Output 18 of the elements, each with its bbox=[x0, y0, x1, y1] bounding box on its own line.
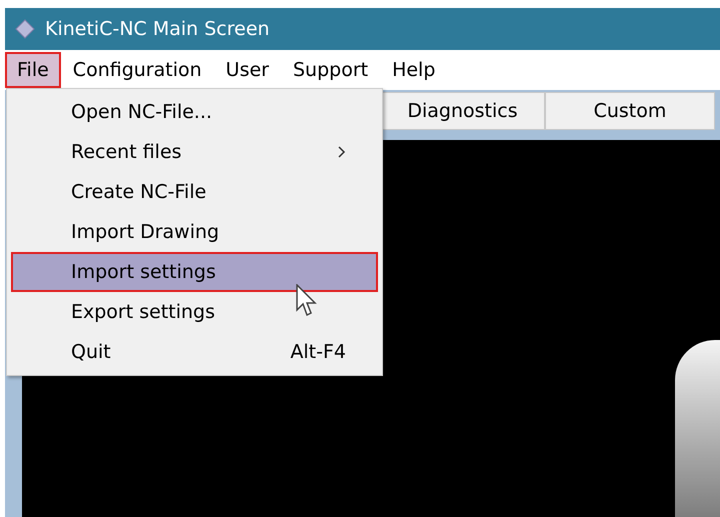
menu-item[interactable]: User bbox=[214, 52, 281, 88]
diamond-logo-icon bbox=[15, 19, 35, 39]
menu-item[interactable]: Support bbox=[280, 52, 380, 88]
menu-option[interactable]: Quit Alt-F4 bbox=[11, 332, 378, 372]
menu-item[interactable]: File bbox=[5, 52, 61, 88]
menu-option[interactable]: Export settings bbox=[11, 292, 378, 332]
menu-option[interactable]: Import Drawing bbox=[11, 212, 378, 252]
menu-item[interactable]: Configuration bbox=[60, 52, 214, 88]
shortcut-label: Alt-F4 bbox=[290, 340, 346, 365]
window-title: KinetiC-NC Main Screen bbox=[45, 16, 270, 42]
tab[interactable]: Diagnostics bbox=[380, 92, 545, 130]
menu-option[interactable]: Open NC-File... bbox=[11, 92, 378, 132]
menu-option[interactable]: Recent files bbox=[11, 132, 378, 172]
menu-item[interactable]: Help bbox=[380, 52, 448, 88]
menu-option[interactable]: Import settings bbox=[11, 252, 378, 292]
tab[interactable]: Custom bbox=[545, 92, 715, 130]
cursor-icon bbox=[296, 284, 318, 318]
menu-option[interactable]: Create NC-File bbox=[11, 172, 378, 212]
